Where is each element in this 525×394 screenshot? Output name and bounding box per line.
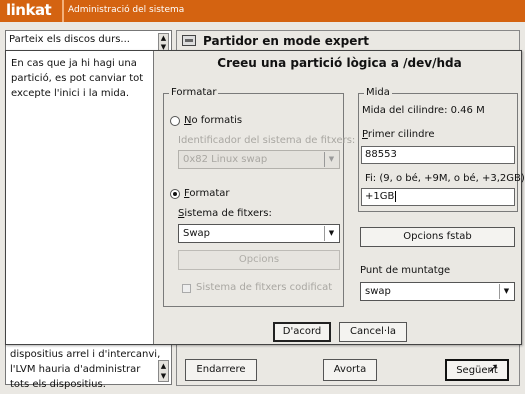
chevron-down-icon: ▼ xyxy=(499,284,513,299)
disk-icon xyxy=(182,35,196,46)
dialog-help-panel: En cas que ja hi hagi una partició, es p… xyxy=(6,51,154,344)
back-button[interactable]: Endarrere xyxy=(185,359,257,381)
text-caret xyxy=(395,190,397,202)
format-group: Formatar No formatis Identificador del s… xyxy=(163,87,355,307)
no-format-radio[interactable] xyxy=(170,116,180,126)
size-group-legend: Mida xyxy=(364,87,392,98)
dialog-help-line: excepte l'inici i la mida. xyxy=(11,88,130,99)
ok-button[interactable]: D'acord xyxy=(273,322,331,342)
dialog-help-line: En cas que ja hi hagi una xyxy=(11,58,137,69)
end-label: Fi: (9, o bé, +9M, o bé, +3,2GB) xyxy=(365,173,525,184)
encrypted-fs-checkbox[interactable] xyxy=(182,284,191,293)
first-cylinder-label: Primer cilindre xyxy=(362,129,435,140)
format-label[interactable]: Formatar xyxy=(184,188,230,199)
end-input[interactable]: +1GB xyxy=(361,188,515,206)
help-panel-title: Parteix els discos durs... xyxy=(9,34,130,45)
next-button[interactable]: Següent xyxy=(445,359,509,381)
brand-logo: linkat xyxy=(6,1,52,19)
fs-identifier-select[interactable]: 0x82 Linux swap ▼ xyxy=(178,150,340,169)
create-partition-dialog: En cas que ja hi hagi una partició, es p… xyxy=(5,50,525,345)
scroll-up-icon[interactable]: ▲ xyxy=(159,34,168,43)
fs-type-value: Swap xyxy=(183,228,211,239)
cancel-button-label: Cancel·la xyxy=(350,326,396,337)
scroll-up-icon[interactable]: ▲ xyxy=(159,361,168,371)
mountpoint-label: Punt de muntatge xyxy=(360,265,451,276)
fstab-options-button[interactable]: Opcions fstab xyxy=(360,227,515,247)
format-group-legend: Formatar xyxy=(169,87,219,98)
fstab-options-label: Opcions fstab xyxy=(403,231,472,242)
no-format-label[interactable]: No formatis xyxy=(184,115,242,126)
chevron-down-icon: ▼ xyxy=(324,226,338,241)
ok-button-label: D'acord xyxy=(282,326,322,337)
help-line: tots els dispositius. xyxy=(10,379,106,390)
chevron-down-icon: ▼ xyxy=(324,152,338,167)
mouse-cursor-icon: ➚ xyxy=(488,361,499,376)
abort-button-label: Avorta xyxy=(333,364,367,375)
help-line: l'LVM hauria d'administrar xyxy=(10,364,141,375)
format-options-label: Opcions xyxy=(238,254,280,265)
cylinder-size-label: Mida del cilindre: 0.46 M xyxy=(362,105,485,116)
back-button-label: Endarrere xyxy=(196,364,246,375)
size-group: Mida Mida del cilindre: 0.46 M Primer ci… xyxy=(358,87,525,212)
mountpoint-select[interactable]: swap ▼ xyxy=(360,282,515,301)
fs-label: Sistema de fitxers: xyxy=(178,208,272,219)
mountpoint-value: swap xyxy=(365,286,391,297)
cancel-button[interactable]: Cancel·la xyxy=(339,322,407,342)
dialog-help-line: partició, es pot canviar tot xyxy=(11,73,144,84)
app-title: Administració del sistema xyxy=(68,5,185,15)
first-cylinder-value: 88553 xyxy=(365,149,397,160)
dialog-title: Creeu una partició lògica a /dev/hda xyxy=(217,56,462,70)
help-line: dispositius arrel i d'intercanvi, xyxy=(10,349,161,360)
help-scrollbar-bottom[interactable]: ▲ ▼ xyxy=(158,360,169,382)
format-options-button[interactable]: Opcions xyxy=(178,250,340,270)
scroll-down-icon[interactable]: ▼ xyxy=(159,371,168,381)
top-bar: linkat Administració del sistema xyxy=(0,0,525,22)
fs-identifier-value: 0x82 Linux swap xyxy=(183,154,268,165)
brand-separator xyxy=(62,0,64,22)
format-radio[interactable] xyxy=(170,189,180,199)
encrypted-fs-label: Sistema de fitxers codificat xyxy=(196,282,333,293)
fs-identifier-label: Identificador del sistema de fitxers: xyxy=(178,135,356,146)
expert-panel-title: Partidor en mode expert xyxy=(203,34,370,48)
fs-type-select[interactable]: Swap ▼ xyxy=(178,224,340,243)
abort-button[interactable]: Avorta xyxy=(323,359,377,381)
first-cylinder-input[interactable]: 88553 xyxy=(361,146,515,164)
end-value: +1GB xyxy=(365,191,395,202)
